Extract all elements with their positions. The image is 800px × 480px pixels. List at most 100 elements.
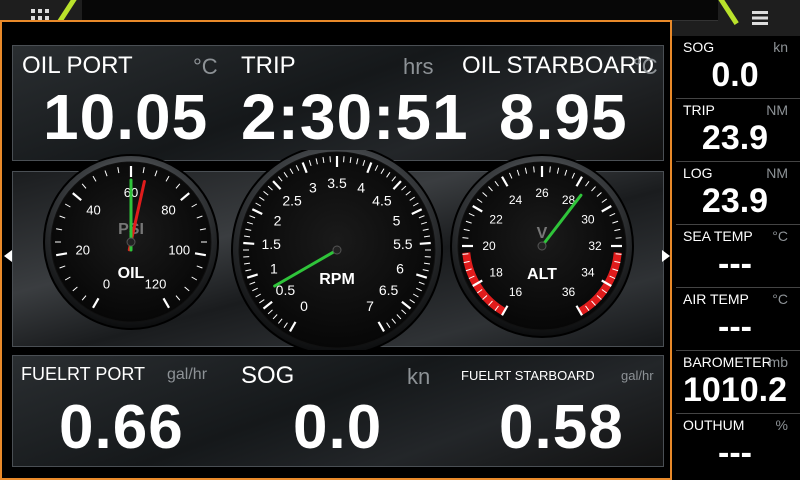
sidebar-item-label: SOG [683,39,715,55]
sidebar-divider [676,161,800,162]
gauge-tick-label: 32 [588,239,602,253]
hamburger-icon[interactable] [742,4,778,32]
gauge-tick-label: 2 [274,212,282,228]
gauge-tick-label: 80 [161,203,175,218]
fuel-port-label: FUELRT PORT [21,364,146,384]
gauge-tick-label: 26 [535,186,549,200]
sog-value: 0.0 [293,393,383,462]
oil-starboard-value: 8.95 [499,81,628,153]
oil-port-value: 10.05 [43,81,209,153]
top-bar-center [82,0,718,21]
sog-label: SOG [241,362,295,389]
sidebar-item-label: TRIP [683,102,715,118]
sidebar-item[interactable]: OUTHUM% --- [676,414,794,476]
sidebar-item-value: 23.9 [701,182,769,220]
gauge-title: ALT [527,266,557,283]
gauge-tick-label: 16 [509,285,523,299]
sidebar-item-unit: kn [773,39,788,55]
gauge-tick-label: 6.5 [379,282,399,298]
sidebar-item-label: OUTHUM [683,417,745,433]
gauge-major-tick [243,241,255,245]
accent-stripe-right [718,0,739,25]
sidebar-divider [676,413,800,414]
gauge-title: RPM [319,271,355,288]
gauge-tick-label: 2.5 [282,193,302,209]
gauge-tick-label: 1 [270,260,278,276]
gauge-tick-label: 20 [76,243,90,258]
gauge-minor-tick [615,253,622,255]
trip-unit: hrs [403,54,434,79]
sidebar-item-label: LOG [683,165,713,181]
gauge-tick-label: 22 [489,213,503,227]
next-page-arrow-icon[interactable] [662,250,670,262]
oil-starboard-label: OIL STARBOARD [462,52,655,79]
sidebar-item-value: --- [718,245,752,283]
sidebar-item[interactable]: BAROMETER mb 1010.2 [676,351,794,413]
gauge-hub [537,241,547,251]
fuel-port-unit: gal/hr [167,366,208,383]
oil-port-unit: °C [193,54,218,79]
oil-port-label: OIL PORT [22,52,133,79]
bottom-data-panel: FUELRT PORT gal/hr 0.66 SOG kn 0.0 FUELR… [12,355,664,467]
sidebar-item-unit: NM [766,102,788,118]
gauge-tick-label: 34 [581,266,595,280]
gauge-tick-label: 5 [393,212,401,228]
rpm-gauge: 00.511.522.53 3.5 44.555.566.57RPM [231,150,443,350]
sidebar-divider [676,98,800,99]
fuel-starboard-unit: gal/hr [621,368,654,383]
gauge-minor-tick [549,166,551,173]
sidebar-item-label: AIR TEMP [683,291,749,307]
gauge-tick-label: 24 [509,193,523,207]
gauge-tick-label: 120 [145,276,167,291]
gauge-tick-label: 4.5 [372,193,392,209]
sidebar-item[interactable]: AIR TEMP °C --- [676,288,794,350]
sidebar-item-label: SEA TEMP [683,228,753,244]
sidebar-item-value: 23.9 [701,119,769,157]
gauge-hub [126,237,136,247]
gauge-tick-label: 6 [396,260,404,276]
alternator-voltage-gauge: 1618202224262830323436ALTV [450,154,634,338]
sidebar-item[interactable]: SEA TEMP °C --- [676,225,794,287]
fuel-port-value: 0.66 [59,393,184,462]
gauge-hub [332,245,342,255]
sidebar-item-value: --- [718,308,752,346]
sidebar-item-value: 1010.2 [683,371,787,409]
gauge-tick-label: 3.5 [327,175,347,191]
sidebar-item-unit: NM [766,165,788,181]
gauge-minor-tick [462,237,469,239]
sidebar-divider [676,350,800,351]
gauge-tick-label: 1.5 [261,236,281,252]
top-data-panel: OIL PORT °C 10.05 TRIP hrs 2:30:51 OIL S… [12,45,664,161]
gauge-tick-label: 7 [366,298,374,314]
sidebar-divider [676,224,800,225]
gauge-tick-label: 100 [168,243,190,258]
sidebar-item-unit: °C [772,291,788,307]
sidebar-item-value: --- [718,434,752,472]
oil-starboard-unit: °C [633,54,658,79]
trip-value: 2:30:51 [241,81,469,153]
trip-label: TRIP [241,52,296,79]
sog-unit: kn [407,364,431,389]
gauge-tick-label: 30 [581,213,595,227]
sidebar-item-value: 0.0 [711,56,759,94]
gauge-tick-label: 0 [300,298,308,314]
sidebar-item[interactable]: SOG kn 0.0 [676,36,794,98]
sidebar-item[interactable]: TRIP NM 23.9 [676,99,794,161]
gauge-minor-tick [462,253,469,255]
gauge-title: OIL [118,265,145,282]
previous-page-arrow-icon[interactable] [4,250,12,262]
fuel-starboard-value: 0.58 [499,393,624,462]
sidebar-item-label: BAROMETER [683,354,772,370]
gauge-tick-label: 40 [86,203,100,218]
sidebar-item-unit: % [775,417,788,433]
gauge-tick-label: 20 [482,239,496,253]
gauge-tick-label: 36 [562,285,576,299]
sidebar-item-unit: mb [768,354,788,370]
sidebar-item[interactable]: LOG NM 23.9 [676,162,794,224]
sidebar-item-unit: °C [772,228,788,244]
gauge-tick-label: 5.5 [393,236,413,252]
gauges-svg: 020406080100120OILPSI 00.511.522.533.544… [43,150,634,350]
gauge-minor-tick [615,237,622,239]
gauge-tick-label: 3 [309,180,317,196]
oil-pressure-gauge: 020406080100120OILPSI [43,154,219,330]
